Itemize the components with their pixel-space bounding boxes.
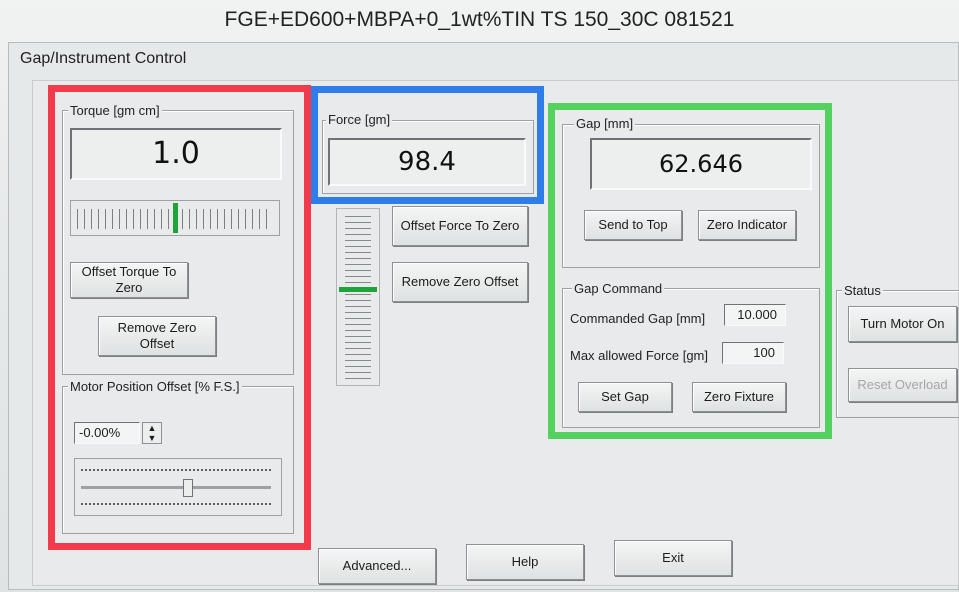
offset-force-button[interactable]: Offset Force To Zero	[392, 206, 528, 246]
force-scale-ticks	[345, 215, 371, 379]
gap-highlight-box	[548, 103, 832, 439]
advanced-button[interactable]: Advanced...	[318, 548, 436, 584]
force-indicator	[339, 287, 377, 292]
reset-overload-button[interactable]: Reset Overload	[848, 368, 957, 402]
help-button[interactable]: Help	[466, 544, 584, 580]
force-highlight-box	[311, 86, 544, 204]
window-title: FGE+ED600+MBPA+0_1wt%TIN TS 150_30C 0815…	[224, 8, 735, 31]
force-slider[interactable]	[336, 208, 380, 386]
turn-motor-on-button[interactable]: Turn Motor On	[848, 306, 957, 342]
torque-highlight-box	[48, 85, 311, 550]
exit-button[interactable]: Exit	[614, 540, 732, 576]
remove-force-offset-button[interactable]: Remove Zero Offset	[392, 262, 528, 302]
status-legend: Status	[842, 283, 883, 298]
dialog-title: Gap/Instrument Control	[20, 50, 187, 67]
